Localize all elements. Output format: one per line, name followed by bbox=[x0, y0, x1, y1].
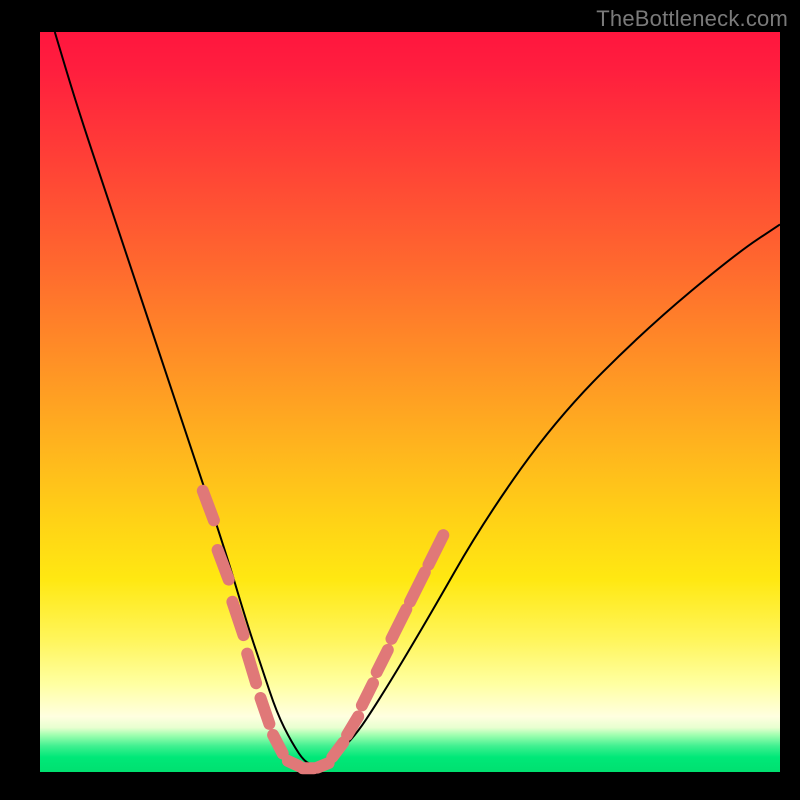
bottleneck-curve bbox=[55, 32, 780, 765]
pink-dash-overlay bbox=[203, 491, 443, 769]
dash-segment bbox=[429, 535, 444, 565]
dash-segment bbox=[288, 761, 299, 766]
dash-segment bbox=[377, 650, 388, 672]
dash-segment bbox=[410, 572, 425, 602]
chart-frame: TheBottleneck.com bbox=[0, 0, 800, 800]
dash-segment bbox=[247, 654, 256, 684]
dash-segment bbox=[332, 742, 343, 757]
dash-segment bbox=[261, 698, 270, 724]
dash-segment bbox=[273, 735, 283, 754]
plot-area bbox=[40, 32, 780, 772]
dash-segment bbox=[392, 609, 407, 639]
dash-segment bbox=[203, 491, 214, 521]
dash-segment bbox=[318, 763, 329, 768]
dash-segment bbox=[362, 683, 373, 705]
watermark-text: TheBottleneck.com bbox=[596, 6, 788, 32]
curve-svg bbox=[40, 32, 780, 772]
